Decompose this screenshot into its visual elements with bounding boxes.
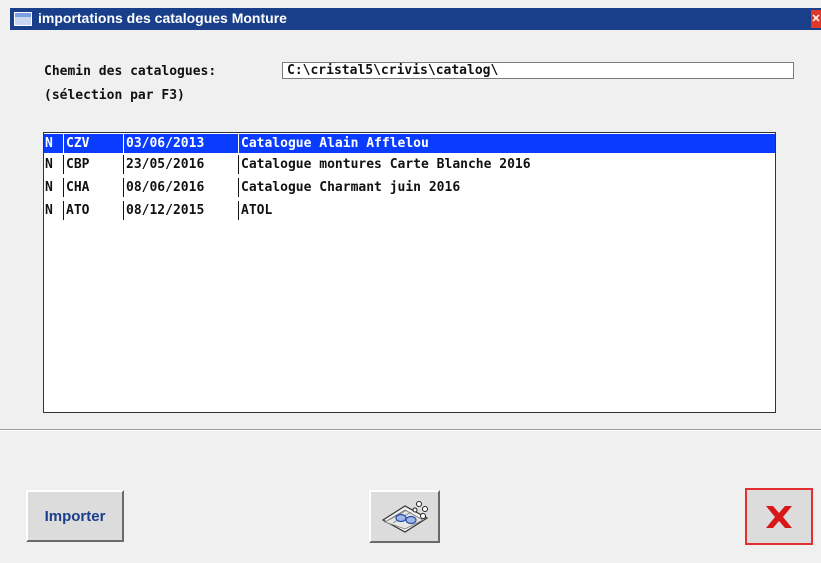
window-icon <box>14 12 32 26</box>
window-close-icon[interactable]: ✕ <box>811 10 821 28</box>
catalog-name: Catalogue Charmant juin 2016 <box>238 178 778 197</box>
catalog-code: CHA <box>63 178 126 197</box>
catalog-path-input[interactable] <box>282 62 794 79</box>
catalog-button[interactable] <box>369 490 440 543</box>
catalog-date: 03/06/2013 <box>123 134 241 153</box>
catalog-row[interactable]: N CHA 08/06/2016 Catalogue Charmant juin… <box>44 178 775 197</box>
catalog-name: Catalogue Alain Afflelou <box>238 134 778 153</box>
catalog-date: 08/06/2016 <box>123 178 241 197</box>
catalog-flag: N <box>45 157 53 172</box>
window-title: importations des catalogues Monture <box>38 10 287 26</box>
catalog-flag: N <box>45 136 53 151</box>
import-button[interactable]: Importer <box>26 490 124 542</box>
title-bar: importations des catalogues Monture ✕ <box>0 0 821 30</box>
catalog-path-hint: (sélection par F3) <box>44 88 185 103</box>
catalog-glasses-icon <box>381 501 429 533</box>
catalog-flag: N <box>45 203 53 218</box>
catalog-flag: N <box>45 180 53 195</box>
catalog-name: Catalogue montures Carte Blanche 2016 <box>238 155 778 174</box>
catalog-code: CBP <box>63 155 126 174</box>
catalog-code: ATO <box>63 201 126 220</box>
catalog-date: 23/05/2016 <box>123 155 241 174</box>
catalog-row[interactable]: N CZV 03/06/2013 Catalogue Alain Afflelo… <box>44 134 775 153</box>
catalog-row[interactable]: N ATO 08/12/2015 ATOL <box>44 201 775 220</box>
catalog-code: CZV <box>63 134 126 153</box>
import-button-label: Importer <box>44 507 106 525</box>
catalog-row[interactable]: N CBP 23/05/2016 Catalogue montures Cart… <box>44 155 775 174</box>
close-icon <box>766 506 792 528</box>
catalog-name: ATOL <box>238 201 778 220</box>
footer-separator <box>0 429 821 431</box>
catalog-path-label: Chemin des catalogues: <box>44 64 217 79</box>
catalog-list[interactable]: N CZV 03/06/2013 Catalogue Alain Afflelo… <box>43 132 776 413</box>
title-bar-inner: importations des catalogues Monture ✕ <box>10 8 821 30</box>
catalog-date: 08/12/2015 <box>123 201 241 220</box>
close-button[interactable] <box>745 488 813 545</box>
